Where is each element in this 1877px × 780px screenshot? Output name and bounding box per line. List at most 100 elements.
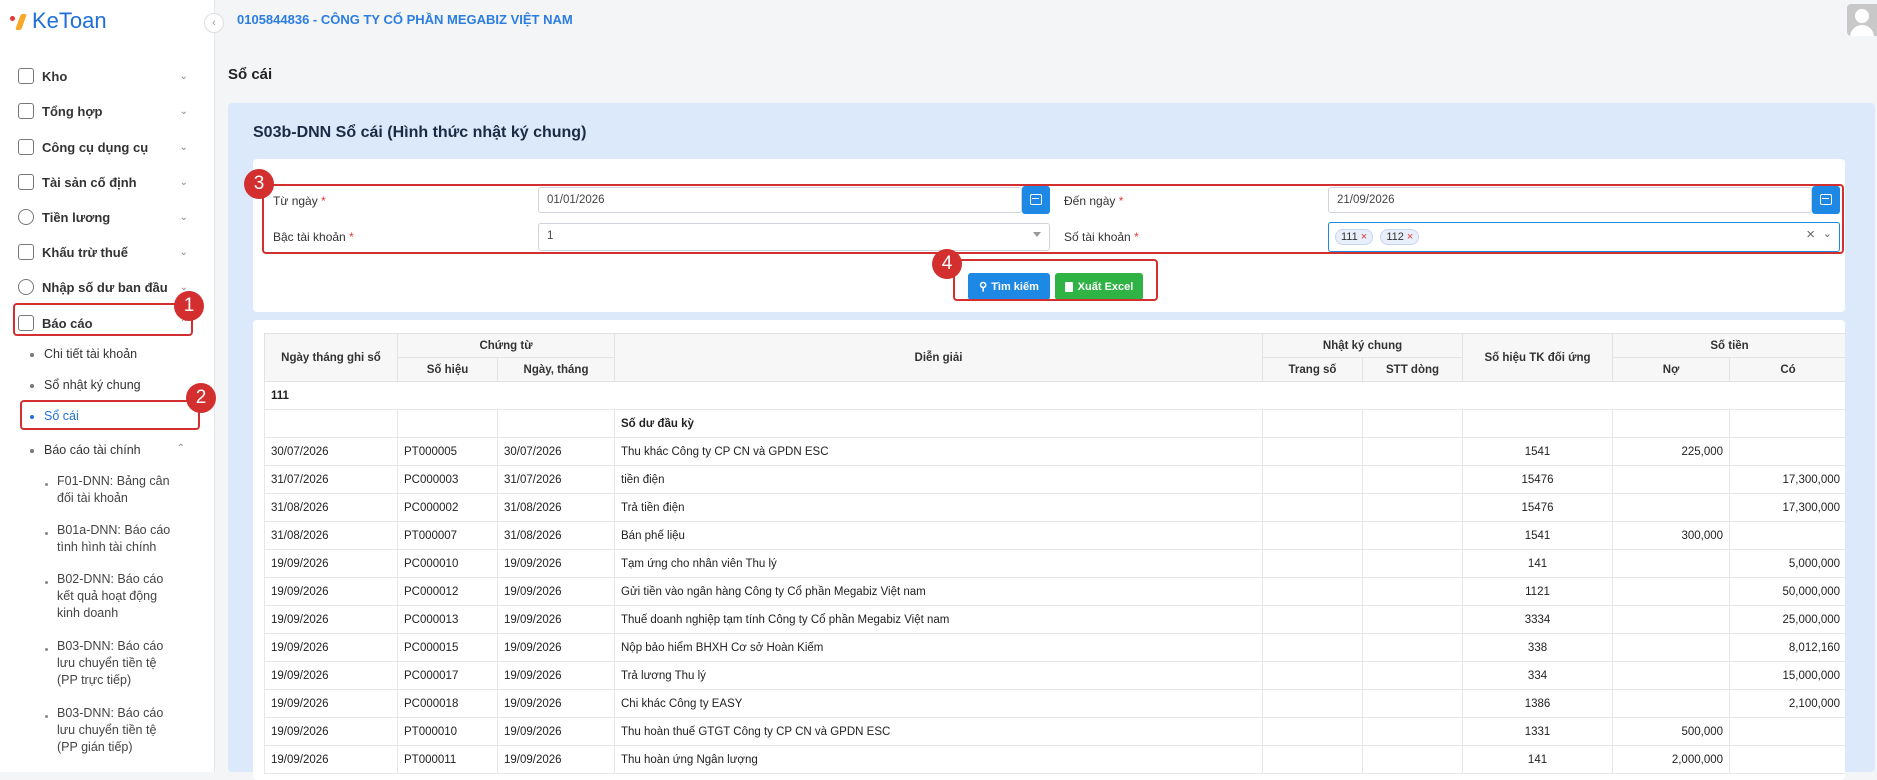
cell-page-no [1262,633,1363,662]
cell-voucher-date: 19/09/2026 [497,661,615,690]
cell-voucher-date: 31/08/2026 [497,493,615,522]
cell-page-no [1262,521,1363,550]
cell-contra-account: 15476 [1462,465,1614,494]
header-contra-account: Số hiệu TK đối ứng [1462,333,1614,382]
sub-item-label: B02-DNN: Báo cáo kết quả hoạt động kinh … [57,572,164,620]
cell-voucher-date: 19/09/2026 [497,717,615,746]
cell-credit: 15,000,000 [1729,661,1845,690]
cell-contra-account: 141 [1462,549,1614,578]
table-row[interactable]: 19/09/2026 PC000013 19/09/2026 Thuế doanh n… [264,605,1845,634]
cell-date: 30/07/2026 [264,437,398,466]
cell-contra-account: 141 [1462,745,1614,774]
cell-contra-account: 1386 [1462,689,1614,718]
cell-debit [1612,549,1731,578]
cell-page-no [1262,465,1363,494]
cell-date: 31/08/2026 [264,493,398,522]
cell-line-no [1361,661,1464,690]
sidebar-item-tien-luong[interactable]: Tiền lương ⌄ [18,205,188,229]
sidebar-item-tong-hop[interactable]: Tổng hợp ⌄ [18,99,188,123]
cell-voucher-no: PC000015 [397,633,498,662]
callout-number-3: 3 [244,169,274,199]
dollar-icon [18,209,34,225]
sidebar-report-b01a[interactable]: B01a-DNN: Báo cáo tình hình tài chính [45,522,175,556]
cell-line-no [1361,521,1464,550]
header-journal: Nhật ký chung [1261,333,1464,358]
cell-date: 31/07/2026 [264,465,398,494]
collapse-sidebar-button[interactable]: ‹ [204,13,224,33]
cell-date: 19/09/2026 [264,549,398,578]
table-row[interactable]: 19/09/2026 PT000011 19/09/2026 Thu hoàn ứng… [264,745,1845,774]
sidebar-item-khau-tru-thue[interactable]: Khấu trừ thuế ⌄ [18,240,188,264]
callout-number-1: 1 [174,291,204,321]
header-amount: Số tiền [1612,333,1845,358]
table-row[interactable]: 19/09/2026 PC000010 19/09/2026 Tạm ứng cho … [264,549,1845,578]
cell-credit: 50,000,000 [1729,577,1845,606]
sidebar-item-label: Công cụ dụng cụ [42,139,149,155]
cell-contra-account: 1121 [1462,577,1614,606]
sidebar-sub-bao-cao-tai-chinh[interactable]: Báo cáo tài chính ⌃ [30,443,195,457]
cell-voucher-no: PC000012 [397,577,498,606]
cell-description: Trả lương Thu lý [614,661,1263,690]
top-bar: 0105844836 - CÔNG TY CỔ PHẦN MEGABIZ VIỆ… [215,0,1877,44]
chevron-down-icon: ⌄ [179,105,188,117]
header-date: Ngày tháng ghi sổ [264,333,398,382]
header-description: Diễn giải [614,333,1263,382]
cell-debit: 225,000 [1612,437,1731,466]
cell-page-no [1262,437,1363,466]
table-row[interactable]: 19/09/2026 PT000010 19/09/2026 Thu hoàn thu… [264,717,1845,746]
app-logo[interactable]: KeToan [10,8,107,34]
sidebar-sub-chi-tiet-tai-khoan[interactable]: Chi tiết tài khoản [30,347,195,361]
sidebar-sub-so-nhat-ky-chung[interactable]: Sổ nhật ký chung [30,378,195,392]
cell-voucher-no: PC000013 [397,605,498,634]
chevron-up-icon: ⌃ [176,443,185,454]
sidebar-item-label: Nhập số dư ban đầu [42,279,168,295]
bullet-icon [30,449,34,453]
table-row[interactable]: 19/09/2026 PC000017 19/09/2026 Trả lương Th… [264,661,1845,690]
sidebar-item-cong-cu[interactable]: Công cụ dụng cụ ⌄ [18,135,188,159]
cell-contra-account: 334 [1462,661,1614,690]
table-row[interactable]: 30/07/2026 PT000005 30/07/2026 Thu khác Côn… [264,437,1845,466]
cell-credit: 2,100,000 [1729,689,1845,718]
cell-contra-account: 15476 [1462,493,1614,522]
avatar[interactable] [1847,4,1877,36]
table-row[interactable]: 31/07/2026 PC000003 31/07/2026 tiền điện 154… [264,465,1845,494]
bullet-icon [45,648,48,651]
sub-item-label: B03-DNN: Báo cáo lưu chuyển tiền tệ (PP … [57,639,164,687]
sidebar-report-b03-indirect[interactable]: B03-DNN: Báo cáo lưu chuyển tiền tệ (PP … [45,705,175,756]
user-body-icon [1850,25,1874,36]
cell-line-no [1361,689,1464,718]
sidebar-report-b03-direct[interactable]: B03-DNN: Báo cáo lưu chuyển tiền tệ (PP … [45,638,175,689]
chevron-down-icon: ⌄ [179,70,188,82]
sidebar-report-b02[interactable]: B02-DNN: Báo cáo kết quả hoạt động kinh … [45,571,175,622]
sidebar-report-f01[interactable]: F01-DNN: Bảng cân đối tài khoản [45,473,175,507]
table-row[interactable]: 31/08/2026 PT000007 31/08/2026 Bán phế liệu… [264,521,1845,550]
table-row[interactable]: 19/09/2026 PC000015 19/09/2026 Nộp bảo hiểm… [264,633,1845,662]
table-row[interactable]: 31/08/2026 PC000002 31/08/2026 Trả tiền điệ… [264,493,1845,522]
sidebar-item-kho[interactable]: Kho ⌄ [18,64,188,88]
cell-voucher-no: PT000007 [397,521,498,550]
table-cell [1729,409,1845,438]
header-voucher-no: Số hiệu [397,357,498,382]
cell-page-no [1262,745,1363,774]
sidebar-item-tai-san[interactable]: Tài sản cố định ⌄ [18,170,188,194]
cell-description: Tạm ứng cho nhân viên Thu lý [614,549,1263,578]
group-row: 111 [263,381,1845,410]
cell-voucher-date: 19/09/2026 [497,745,615,774]
cell-voucher-no: PT000011 [397,745,498,774]
bullet-icon [45,581,48,584]
table-row[interactable]: 19/09/2026 PC000012 19/09/2026 Gửi tiền vào… [264,577,1845,606]
bullet-icon [45,532,48,535]
bullet-icon [45,483,48,486]
group-account: 111 [263,381,1845,410]
sidebar-item-label: Khấu trừ thuế [42,244,128,260]
cell-description: Chi khác Công ty EASY [614,689,1263,718]
table-cell [264,409,398,438]
cell-voucher-no: PC000003 [397,465,498,494]
table-row[interactable]: 19/09/2026 PC000018 19/09/2026 Chi khác Côn… [264,689,1845,718]
cell-debit: 2,000,000 [1612,745,1731,774]
cell-description: Thu hoàn thuế GTGT Công ty CP CN và GPDN… [614,717,1263,746]
sidebar-item-nhap-so-du[interactable]: Nhập số dư ban đầu ⌄ [18,275,188,299]
table-cell [497,409,615,438]
cell-credit [1729,437,1845,466]
cell-debit [1612,605,1731,634]
